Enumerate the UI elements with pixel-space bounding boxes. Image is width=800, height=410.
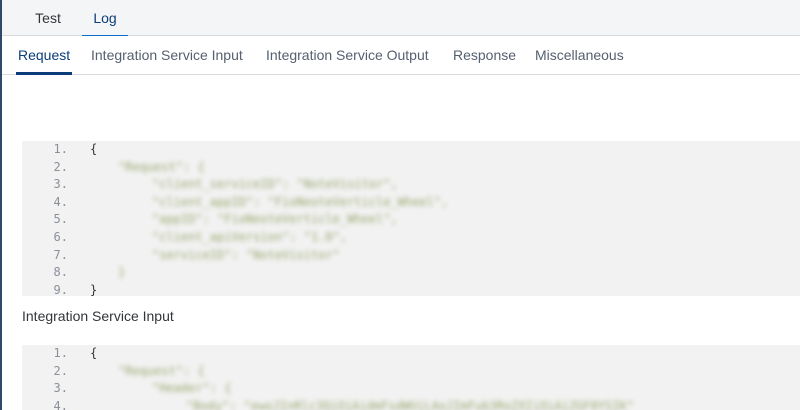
code-line: 2. "Request": { [22,363,800,381]
line-number: 2. [53,363,68,378]
line-number: 9. [53,282,68,296]
tab-log[interactable]: Log [82,0,128,37]
code-line: 4. "Body": "ewoJInRlc3QiOiAidmFsdWUiLAoJ… [22,398,800,410]
input-code-block[interactable]: 1. { 2. "Request": { 3. "Header": { 4. "… [22,345,800,410]
code-line: 9. } [22,282,800,296]
request-code-block[interactable]: 1. { 2. "Request": { 3. "client_serviceI… [22,141,800,296]
line-number: 3. [53,177,68,192]
tab-test[interactable]: Test [22,0,74,36]
log-panel: Test Log Request Integration Service Inp… [0,0,800,410]
tab-request[interactable]: Request [15,36,73,75]
integration-service-input-heading: Integration Service Input [22,308,174,324]
tab-response[interactable]: Response [453,36,516,74]
code-text: "Request": { [118,159,205,174]
code-line: 5. "appID": "FioNeoteVerticle_Wheel", [22,211,800,229]
tab-integration-service-output[interactable]: Integration Service Output [266,36,429,74]
code-line: 1. { [22,141,800,159]
code-text: "serviceID": "NoteVisitor" [152,247,340,262]
line-number: 4. [53,194,68,209]
line-number: 5. [53,212,68,227]
line-number: 1. [53,346,68,360]
code-line: 8. } [22,264,800,282]
top-tab-bar: Test Log [2,0,800,37]
code-text: "appID": "FioNeoteVerticle_Wheel", [152,212,398,227]
line-number: 6. [53,229,68,244]
code-line: 6. "client_apiVersion": "1.0", [22,229,800,247]
code-text: "Header": { [152,381,232,396]
sub-tab-bar: Request Integration Service Input Integr… [2,36,800,75]
line-number: 1. [53,142,68,156]
tab-miscellaneous[interactable]: Miscellaneous [535,36,624,74]
code-text: } [90,282,98,296]
line-number: 3. [53,381,68,396]
code-text: "client_appID": "FioNeoteVerticle_Wheel"… [152,194,449,209]
code-text: "Body": "ewoJInRlc3QiOiAidmFsdWUiLAoJImF… [186,398,634,410]
code-text: } [118,265,126,280]
line-number: 8. [53,265,68,280]
code-text: "Request": { [118,363,205,378]
code-line: 2. "Request": { [22,159,800,177]
tab-integration-service-input[interactable]: Integration Service Input [91,36,243,74]
code-text: "client_serviceID": "NoteVisitor", [152,177,398,192]
code-line: 4. "client_appID": "FioNeoteVerticle_Whe… [22,194,800,212]
line-number: 4. [53,398,68,410]
line-number: 2. [53,159,68,174]
code-line: 1. { [22,345,800,363]
code-text: { [90,142,98,156]
code-line: 3. "Header": { [22,380,800,398]
line-number: 7. [53,247,68,262]
code-text: "client_apiVersion": "1.0", [152,229,348,244]
code-text: { [90,346,98,360]
code-line: 3. "client_serviceID": "NoteVisitor", [22,176,800,194]
code-line: 7. "serviceID": "NoteVisitor" [22,247,800,265]
